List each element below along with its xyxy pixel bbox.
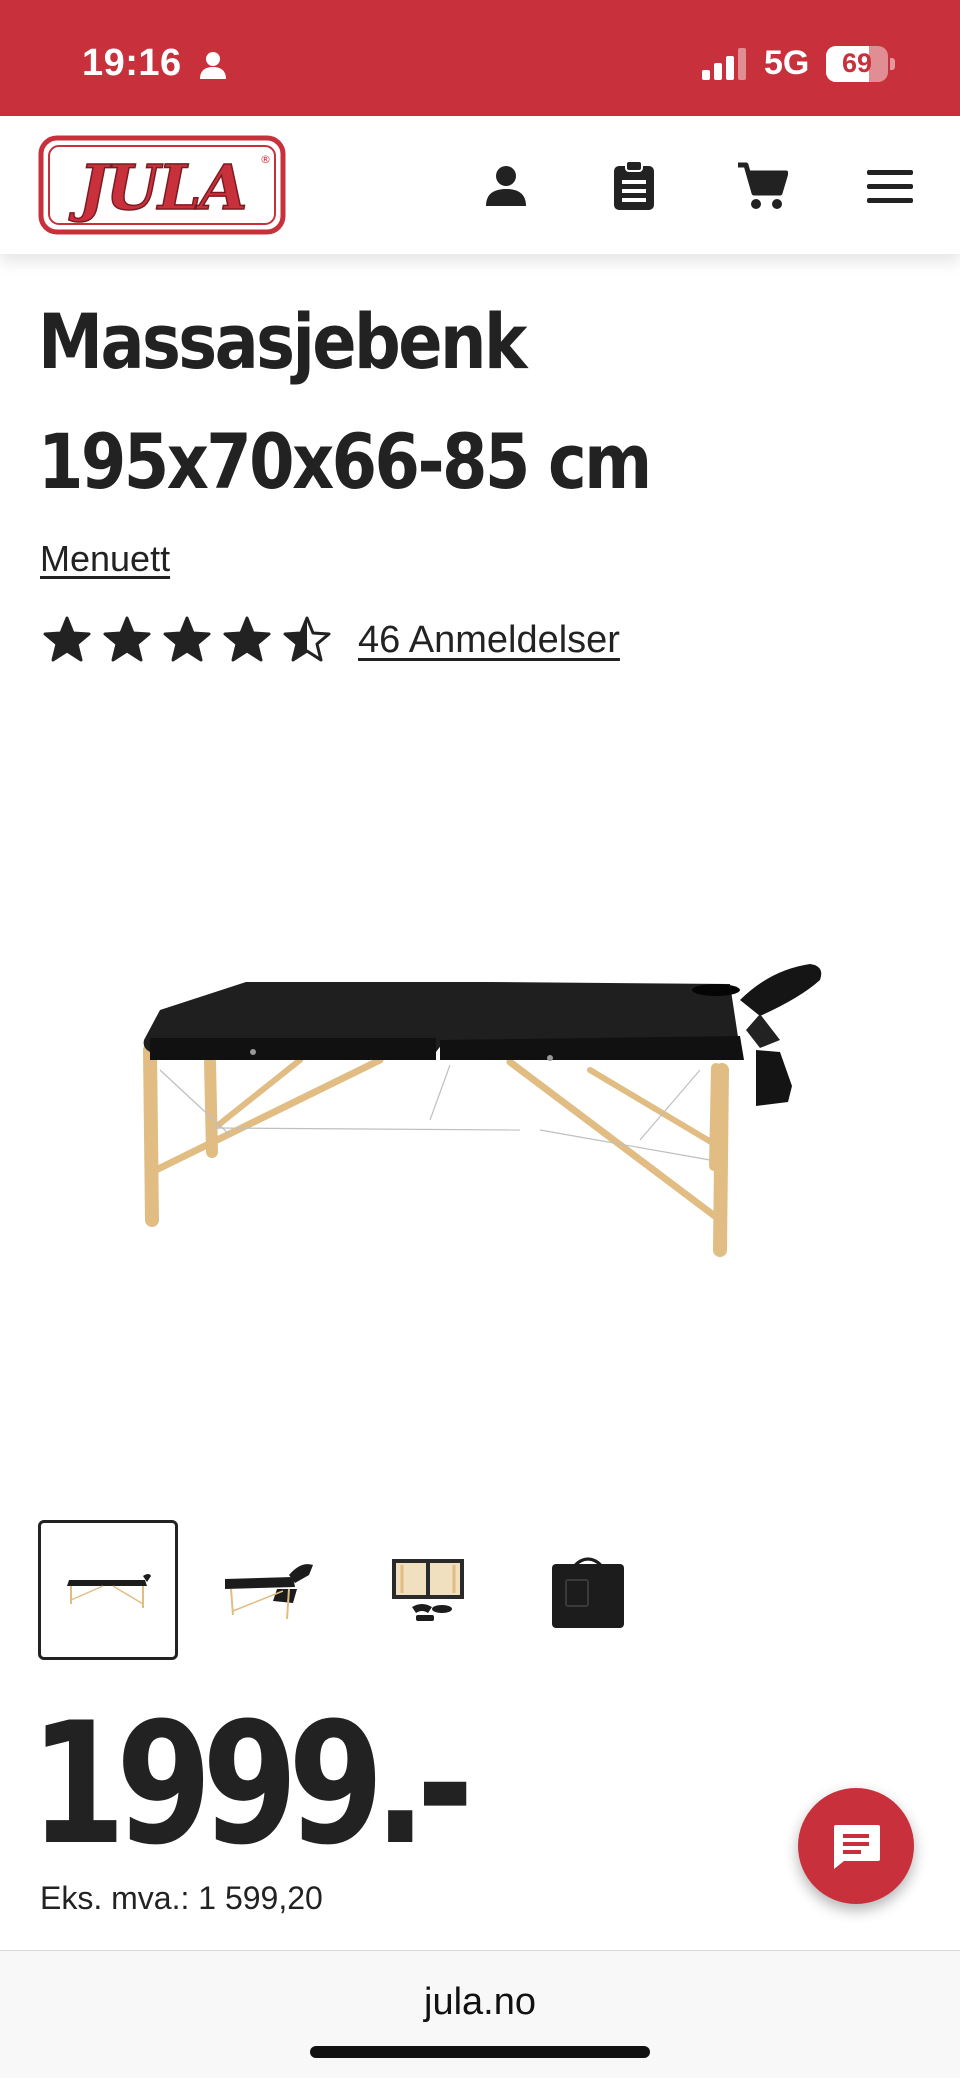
menu-icon[interactable]: [862, 158, 918, 214]
signal-icon: [702, 48, 746, 80]
thumbnail-strip: [38, 1520, 678, 1660]
product-price: 1999.-: [30, 1686, 474, 1882]
cart-icon[interactable]: [734, 158, 790, 214]
browser-address-bar[interactable]: jula.no: [0, 1950, 960, 2078]
product-title: Massasjebenk 195x70x66-85 cm: [38, 282, 795, 522]
thumbnail-4[interactable]: [518, 1520, 658, 1660]
network-type: 5G: [764, 44, 810, 82]
product-title-line2: 195x70x66-85 cm: [38, 417, 652, 506]
person-icon: [200, 52, 226, 79]
product-title-line1: Massasjebenk: [38, 297, 527, 386]
reviews-link[interactable]: 46 Anmeldelser: [358, 619, 620, 662]
thumbnail-1[interactable]: [38, 1520, 178, 1660]
url-text[interactable]: jula.no: [0, 1981, 960, 2024]
price-ex-vat: Eks. mva.: 1 599,20: [40, 1880, 323, 1916]
thumbnail-2[interactable]: [198, 1520, 338, 1660]
site-header: JULA ®: [0, 116, 960, 254]
star-full-icon: [163, 616, 211, 662]
star-half-icon: [283, 616, 331, 662]
table-cables: [159, 1064, 711, 1161]
status-time: 19:16: [82, 42, 182, 84]
home-indicator[interactable]: [310, 2046, 650, 2058]
thumbnail-3[interactable]: [358, 1520, 498, 1660]
star-full-icon: [223, 616, 271, 662]
star-full-icon: [43, 616, 91, 662]
logo-text: JULA: [68, 151, 245, 224]
svg-text:®: ®: [260, 153, 271, 166]
product-rating[interactable]: 46 Anmeldelser: [42, 612, 620, 668]
product-image[interactable]: [120, 930, 840, 1270]
star-full-icon: [103, 616, 151, 662]
jula-logo[interactable]: JULA ®: [38, 135, 286, 235]
battery-level: 69: [841, 48, 873, 78]
chat-button[interactable]: [798, 1788, 914, 1904]
table-legs: [143, 1043, 729, 1257]
shopping-list-icon[interactable]: [606, 158, 662, 214]
rating-stars: [42, 615, 332, 665]
account-icon[interactable]: [478, 158, 534, 214]
chat-icon: [834, 1825, 880, 1869]
status-bar: 19:16 5G 69: [0, 0, 960, 116]
brand-link[interactable]: Menuett: [40, 538, 170, 580]
battery-icon: 69: [826, 46, 896, 82]
